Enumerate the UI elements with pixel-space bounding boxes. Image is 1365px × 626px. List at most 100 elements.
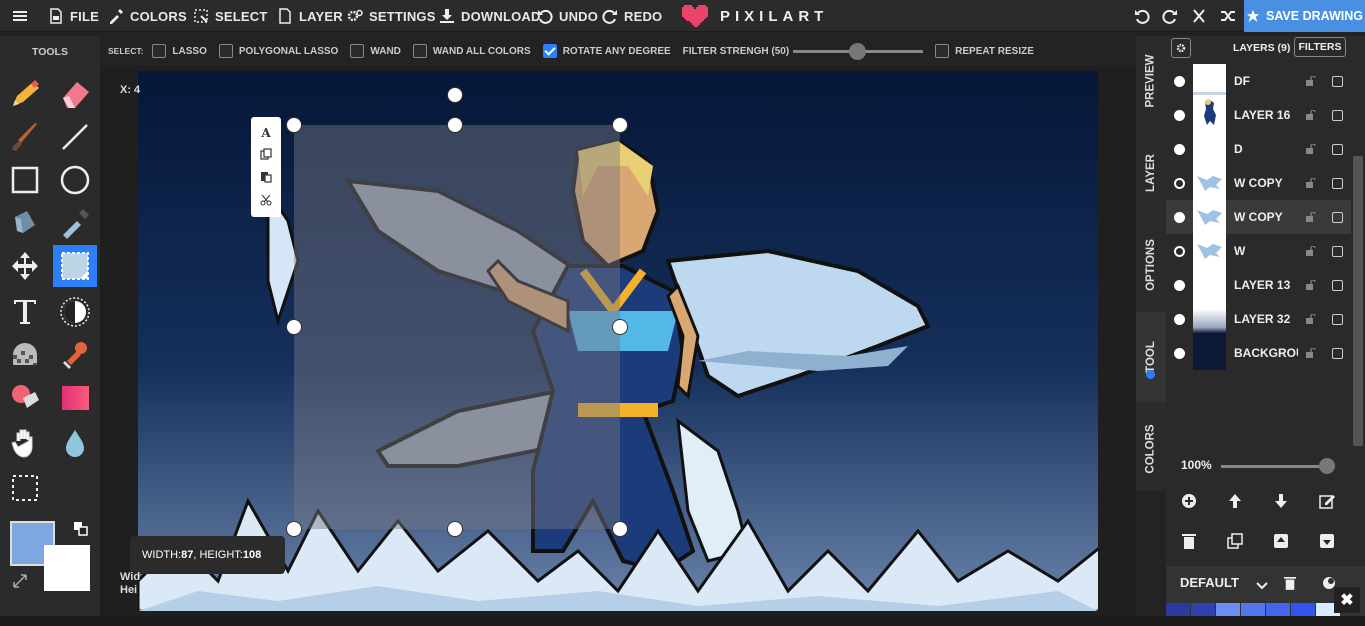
visibility-eye-icon[interactable] [1174, 143, 1185, 155]
fill-bucket-tool-icon[interactable] [3, 202, 47, 244]
visibility-eye-icon[interactable] [1174, 245, 1185, 257]
hand-tool-icon[interactable] [3, 422, 47, 464]
layer-select-checkbox[interactable] [1332, 245, 1343, 257]
swap-colors-arrows-icon[interactable] [12, 573, 28, 589]
layer-select-checkbox[interactable] [1332, 279, 1343, 291]
layer-opacity-slider[interactable] [1221, 458, 1335, 474]
merge-down-icon[interactable] [1316, 530, 1338, 552]
palette-swatch[interactable] [1191, 603, 1215, 616]
colors-menu[interactable]: COLORS [108, 0, 187, 32]
move-layer-down-icon[interactable] [1270, 490, 1292, 512]
copy-icon[interactable] [260, 147, 272, 165]
visibility-eye-icon[interactable] [1174, 211, 1185, 223]
pencil-tool-icon[interactable] [3, 73, 47, 115]
palette-swatch[interactable] [1216, 603, 1240, 616]
resize-handle-n[interactable] [447, 117, 463, 133]
merge-up-icon[interactable] [1270, 530, 1292, 552]
duplicate-layer-icon[interactable] [1224, 530, 1246, 552]
eraser-tool-icon[interactable] [53, 73, 97, 115]
close-panel-icon[interactable]: ✖ [1334, 587, 1360, 613]
resize-handle-se[interactable] [612, 521, 628, 537]
layer-select-checkbox[interactable] [1332, 177, 1343, 189]
wand-all-colors-checkbox[interactable] [412, 44, 427, 58]
layer-select-checkbox[interactable] [1332, 347, 1343, 359]
stamp-tool-icon[interactable] [53, 334, 97, 376]
crop-tool-icon[interactable] [3, 467, 47, 509]
layer-select-checkbox[interactable] [1332, 143, 1343, 155]
wand-option[interactable]: WAND [350, 44, 401, 58]
selection-box[interactable] [294, 125, 620, 529]
palette-swatch[interactable] [1166, 603, 1190, 616]
move-tool-icon[interactable] [3, 245, 47, 287]
wand-checkbox[interactable] [350, 44, 365, 58]
tab-layer[interactable]: LAYER [1136, 128, 1166, 218]
layer-opacity-knob[interactable] [1319, 458, 1335, 474]
dither-tool-icon[interactable] [3, 334, 47, 376]
layer-select-checkbox[interactable] [1332, 211, 1343, 223]
circle-tool-icon[interactable] [53, 159, 97, 201]
filter-strength-knob[interactable] [849, 42, 867, 60]
resize-handle-w[interactable] [286, 319, 302, 335]
shape-eraser-tool-icon[interactable] [3, 377, 47, 419]
rotate-any-degree-checkbox[interactable] [542, 44, 557, 58]
text-tool-icon[interactable] [3, 291, 47, 333]
layer-select-checkbox[interactable] [1332, 313, 1343, 325]
resize-handle-nw[interactable] [286, 117, 302, 133]
layer-select-checkbox[interactable] [1332, 109, 1343, 121]
visibility-eye-icon[interactable] [1174, 177, 1185, 189]
lasso-checkbox[interactable] [152, 44, 167, 58]
repeat-resize-checkbox[interactable] [935, 44, 950, 58]
visibility-eye-icon[interactable] [1174, 75, 1185, 87]
delete-layer-icon[interactable] [1178, 530, 1200, 552]
wand-all-colors-option[interactable]: WAND ALL COLORS [412, 44, 531, 58]
undo-button[interactable]: UNDO [537, 0, 598, 32]
rotate-any-degree-option[interactable]: ROTATE ANY DEGREE [542, 44, 671, 58]
unlock-icon[interactable] [1306, 348, 1316, 358]
palette-dropdown-chevron-down-icon[interactable] [1256, 578, 1268, 596]
save-drawing-button[interactable]: SAVE DRAWING [1244, 0, 1365, 32]
filters-button[interactable]: FILTERS [1294, 37, 1346, 57]
delete-palette-icon[interactable] [1284, 576, 1296, 595]
visibility-eye-icon[interactable] [1174, 109, 1185, 121]
unlock-icon[interactable] [1306, 110, 1316, 120]
layers-scrollbar[interactable] [1351, 36, 1365, 446]
pixilart-logo[interactable]: PIXILART [680, 4, 828, 28]
brush-tool-icon[interactable] [3, 116, 47, 158]
rotate-left-icon[interactable] [1132, 6, 1152, 26]
unlock-icon[interactable] [1306, 280, 1316, 290]
settings-menu[interactable]: SETTINGS [347, 0, 436, 32]
visibility-eye-icon[interactable] [1174, 347, 1185, 359]
paste-icon[interactable] [260, 170, 272, 188]
resize-handle-ne[interactable] [612, 117, 628, 133]
palette-swatch[interactable] [1291, 603, 1315, 616]
unlock-icon[interactable] [1306, 246, 1316, 256]
shuffle-icon[interactable] [1218, 6, 1238, 26]
visibility-eye-icon[interactable] [1174, 279, 1185, 291]
resize-handle-sw[interactable] [286, 521, 302, 537]
rotate-handle[interactable] [447, 87, 463, 103]
unlock-icon[interactable] [1306, 314, 1316, 324]
resize-handle-e[interactable] [612, 319, 628, 335]
file-menu[interactable]: FILE [48, 0, 99, 32]
repeat-resize-option[interactable]: REPEAT RESIZE [935, 44, 1034, 58]
download-menu[interactable]: DOWNLOAD [439, 0, 541, 32]
line-tool-icon[interactable] [53, 116, 97, 158]
layer-select-checkbox[interactable] [1332, 75, 1343, 87]
polygonal-lasso-option[interactable]: POLYGONAL LASSO [218, 44, 338, 58]
unlock-icon[interactable] [1306, 144, 1316, 154]
flip-icon[interactable] [1189, 6, 1209, 26]
select-menu[interactable]: SELECT [193, 0, 267, 32]
blur-tool-icon[interactable] [53, 422, 97, 464]
add-layer-icon[interactable] [1178, 490, 1200, 512]
redo-button[interactable]: REDO [602, 0, 662, 32]
color-picker-tool-icon[interactable] [53, 202, 97, 244]
gradient-tool-icon[interactable] [53, 377, 97, 419]
unlock-icon[interactable] [1306, 178, 1316, 188]
text-icon[interactable]: A [261, 124, 270, 142]
move-layer-up-icon[interactable] [1224, 490, 1246, 512]
visibility-eye-icon[interactable] [1174, 313, 1185, 325]
polygonal-lasso-checkbox[interactable] [218, 44, 233, 58]
select-tool-icon[interactable] [53, 245, 97, 287]
swap-default-colors-icon[interactable] [74, 522, 88, 536]
tab-tool[interactable]: TOOL [1136, 312, 1166, 402]
